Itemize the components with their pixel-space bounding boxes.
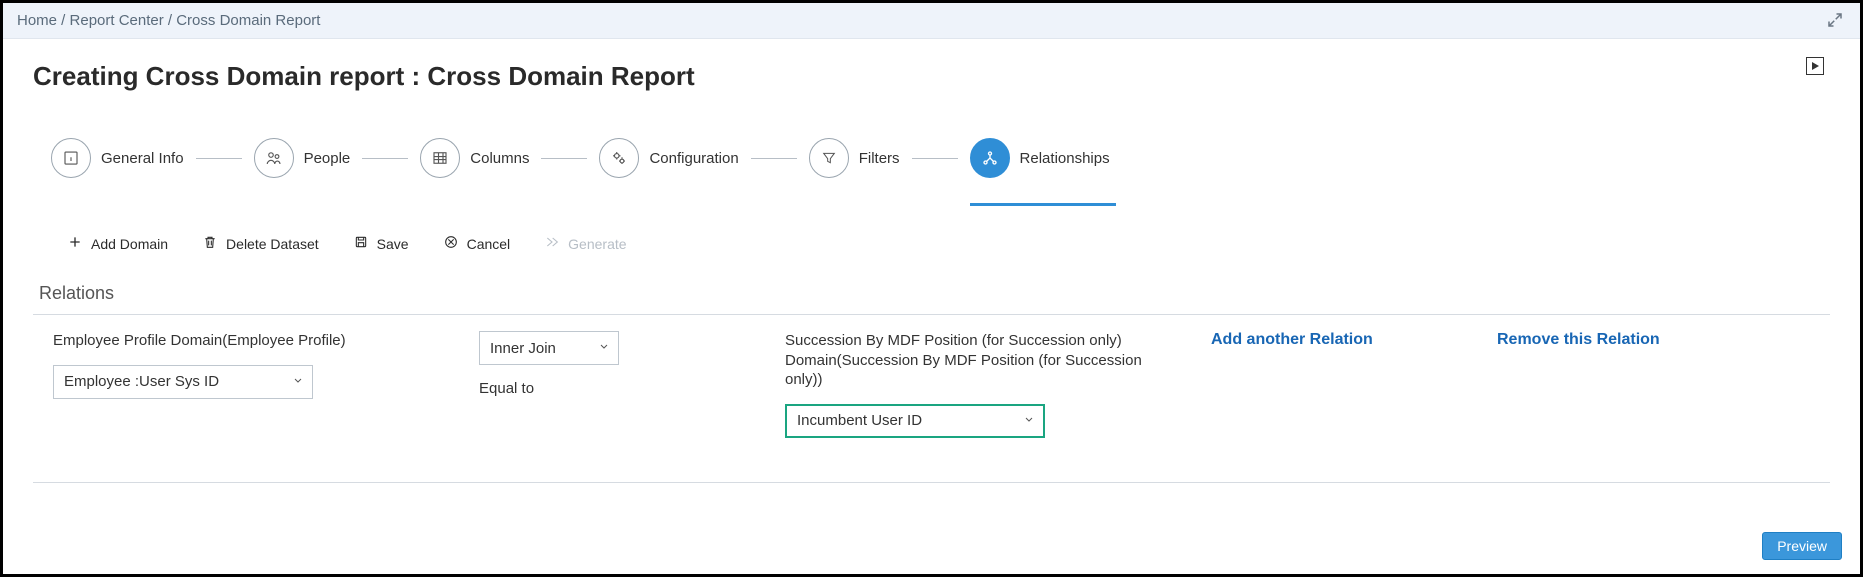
cancel-button[interactable]: Cancel bbox=[443, 234, 511, 253]
trash-icon bbox=[202, 234, 218, 253]
step-columns[interactable]: Columns bbox=[420, 138, 529, 178]
video-icon[interactable] bbox=[1806, 57, 1824, 75]
step-divider bbox=[541, 158, 587, 159]
section-title: Relations bbox=[39, 283, 1830, 304]
step-people[interactable]: People bbox=[254, 138, 351, 178]
step-divider bbox=[912, 158, 958, 159]
fullscreen-icon[interactable] bbox=[1826, 11, 1844, 29]
button-label: Add Domain bbox=[91, 236, 168, 252]
preview-button[interactable]: Preview bbox=[1762, 532, 1842, 560]
remove-this-relation-link[interactable]: Remove this Relation bbox=[1497, 331, 1830, 349]
equal-to-label: Equal to bbox=[479, 379, 779, 399]
breadcrumb[interactable]: Home / Report Center / Cross Domain Repo… bbox=[17, 12, 320, 29]
step-label: Relationships bbox=[1020, 150, 1110, 167]
generate-icon bbox=[544, 234, 560, 253]
step-label: Configuration bbox=[649, 150, 738, 167]
step-label: Filters bbox=[859, 150, 900, 167]
gears-icon bbox=[599, 138, 639, 178]
grid-icon bbox=[420, 138, 460, 178]
step-divider bbox=[362, 158, 408, 159]
step-filters[interactable]: Filters bbox=[809, 138, 900, 178]
right-domain-label: Succession By MDF Position (for Successi… bbox=[785, 331, 1165, 390]
select-value: Incumbent User ID bbox=[797, 412, 922, 429]
plus-icon bbox=[67, 234, 83, 253]
active-step-indicator bbox=[970, 203, 1116, 206]
join-type-select[interactable]: Inner Join bbox=[479, 331, 619, 365]
divider bbox=[33, 482, 1830, 483]
cancel-icon bbox=[443, 234, 459, 253]
wizard-stepper: General Info People Columns bbox=[51, 138, 1830, 178]
select-value: Employee :User Sys ID bbox=[64, 373, 219, 390]
step-label: General Info bbox=[101, 150, 184, 167]
delete-dataset-button[interactable]: Delete Dataset bbox=[202, 234, 319, 253]
button-label: Save bbox=[377, 236, 409, 252]
divider bbox=[33, 314, 1830, 315]
add-domain-button[interactable]: Add Domain bbox=[67, 234, 168, 253]
relation-row: Employee Profile Domain(Employee Profile… bbox=[53, 331, 1830, 438]
chevron-down-icon bbox=[292, 373, 304, 390]
button-label: Cancel bbox=[467, 236, 511, 252]
select-value: Inner Join bbox=[490, 340, 556, 357]
right-field-select[interactable]: Incumbent User ID bbox=[785, 404, 1045, 438]
chevron-down-icon bbox=[598, 340, 610, 357]
step-label: People bbox=[304, 150, 351, 167]
save-icon bbox=[353, 234, 369, 253]
network-icon bbox=[970, 138, 1010, 178]
save-button[interactable]: Save bbox=[353, 234, 409, 253]
action-toolbar: Add Domain Delete Dataset Save Cancel Ge… bbox=[67, 234, 1830, 253]
left-domain-label: Employee Profile Domain(Employee Profile… bbox=[53, 331, 473, 351]
left-field-select[interactable]: Employee :User Sys ID bbox=[53, 365, 313, 399]
page-title: Creating Cross Domain report : Cross Dom… bbox=[33, 61, 1830, 92]
people-icon bbox=[254, 138, 294, 178]
step-relationships[interactable]: Relationships bbox=[970, 138, 1110, 178]
button-label: Generate bbox=[568, 236, 626, 252]
step-configuration[interactable]: Configuration bbox=[599, 138, 738, 178]
step-general-info[interactable]: General Info bbox=[51, 138, 184, 178]
funnel-icon bbox=[809, 138, 849, 178]
step-divider bbox=[751, 158, 797, 159]
step-divider bbox=[196, 158, 242, 159]
generate-button: Generate bbox=[544, 234, 626, 253]
step-label: Columns bbox=[470, 150, 529, 167]
add-another-relation-link[interactable]: Add another Relation bbox=[1211, 331, 1491, 349]
chevron-down-icon bbox=[1023, 412, 1035, 429]
button-label: Delete Dataset bbox=[226, 236, 319, 252]
info-box-icon bbox=[51, 138, 91, 178]
